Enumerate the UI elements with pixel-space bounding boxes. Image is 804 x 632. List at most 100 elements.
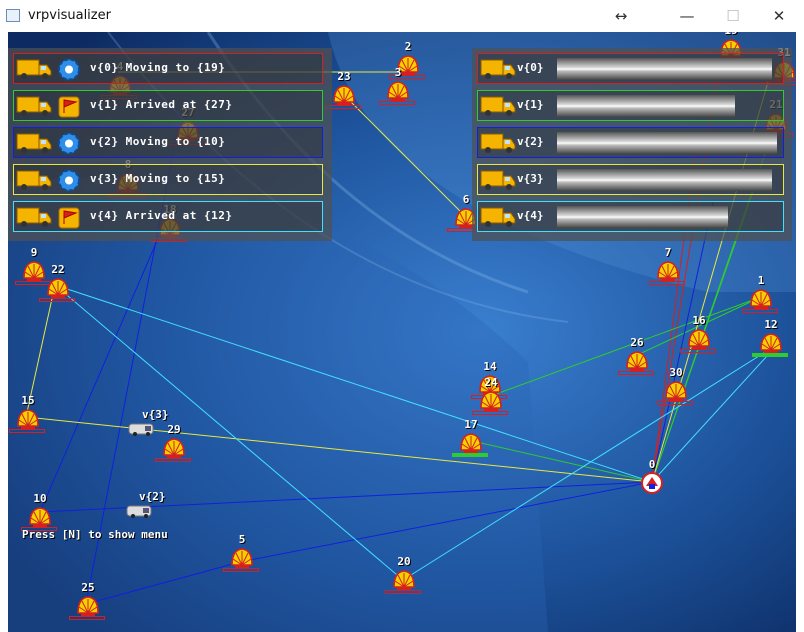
vehicle-v2-label: v{2}	[139, 490, 166, 503]
close-button[interactable]: ✕	[769, 6, 789, 26]
customer-id-label: 24	[484, 376, 498, 389]
vehicle-progress-row[interactable]: v{2}	[477, 127, 784, 158]
vehicle-progress-row[interactable]: v{4}	[477, 201, 784, 232]
vehicle-progress-label: v{3}	[517, 172, 544, 185]
shell-icon	[77, 596, 99, 616]
vehicle-progress-row[interactable]: v{0}	[477, 53, 784, 84]
shell-icon	[657, 261, 679, 281]
node-base	[649, 281, 685, 285]
node-base	[9, 429, 45, 433]
gear-icon	[58, 58, 80, 81]
map-canvas[interactable]: 2342381869221529102552014247116263021311…	[8, 32, 796, 632]
shell-icon	[47, 278, 69, 298]
shell-icon	[760, 333, 782, 353]
customer-id-label: 19	[711, 32, 751, 37]
maximize-button[interactable]: ☐	[723, 6, 743, 26]
vehicle-progress-label: v{4}	[517, 209, 544, 222]
truck-icon	[480, 133, 516, 153]
progress-bar	[557, 58, 772, 80]
shell-icon	[333, 85, 355, 105]
customer-id-label: 22	[51, 263, 65, 276]
shell-icon	[460, 433, 482, 453]
progress-bar	[557, 169, 772, 191]
customer-id-label: 3	[394, 66, 402, 79]
window-title: vrpvisualizer	[28, 8, 111, 23]
vehicle-v3-label: v{3}	[142, 408, 169, 421]
vehicle-progress-row[interactable]: v{3}	[477, 164, 784, 195]
vehicle-progress-label: v{2}	[517, 135, 544, 148]
customer-id-label: 2	[404, 40, 412, 53]
customer-id-label: 25	[81, 581, 95, 594]
vehicle-status-row[interactable]: v{1} Arrived at {27}	[13, 90, 323, 121]
gear-icon	[58, 169, 80, 192]
progress-bar	[557, 95, 735, 117]
shell-icon	[626, 351, 648, 371]
customer-id-label: 9	[30, 246, 38, 259]
node-base	[472, 411, 508, 415]
truck-icon	[16, 59, 52, 79]
customer-id-label: 12	[764, 318, 778, 331]
truck-icon	[480, 59, 516, 79]
node-base	[618, 371, 654, 375]
vehicle-status-text: v{2} Moving to {10}	[90, 135, 226, 148]
customer-id-label: 5	[238, 533, 246, 546]
gear-icon	[58, 132, 80, 155]
flag-icon	[58, 96, 80, 118]
customer-id-label: 30	[669, 366, 683, 379]
truck-icon	[480, 207, 516, 227]
shell-icon	[393, 570, 415, 590]
vehicle-status-panel: v{0} Moving to {19} v{1} Arrived at {27} v…	[8, 48, 332, 241]
vehicle-progress-label: v{1}	[517, 98, 544, 111]
truck-icon	[16, 133, 52, 153]
truck-icon	[16, 170, 52, 190]
vehicle-status-row[interactable]: v{4} Arrived at {12}	[13, 201, 323, 232]
customer-id-label: 29	[167, 423, 181, 436]
vehicle-status-row[interactable]: v{0} Moving to {19}	[13, 53, 323, 84]
customer-id-label: 7	[664, 246, 672, 259]
vehicle-v3-icon[interactable]	[128, 422, 156, 436]
node-base	[69, 616, 105, 620]
node-base	[452, 453, 488, 457]
vehicle-progress-panel: v{0} v{1} v{2} v{3} v{4}	[472, 48, 792, 241]
node-base	[752, 353, 788, 357]
customer-id-label: 20	[397, 555, 411, 568]
resize-icon[interactable]: ↔	[611, 6, 631, 26]
node-base	[657, 401, 693, 405]
truck-icon	[16, 96, 52, 116]
customer-id-label: 16	[692, 314, 706, 327]
vehicle-status-row[interactable]: v{2} Moving to {10}	[13, 127, 323, 158]
node-base	[379, 101, 415, 105]
shell-icon	[665, 381, 687, 401]
customer-id-label: 14	[483, 360, 497, 373]
vehicle-status-text: v{3} Moving to {15}	[90, 172, 226, 185]
shell-icon	[688, 329, 710, 349]
shell-icon	[750, 289, 772, 309]
shell-icon	[387, 81, 409, 101]
depot-icon	[641, 472, 663, 494]
node-base	[742, 309, 778, 313]
customer-id-label: 17	[464, 418, 478, 431]
node-base	[39, 298, 75, 302]
node-base	[155, 458, 191, 462]
vehicle-v2-icon[interactable]	[126, 504, 154, 518]
customer-id-label: 26	[630, 336, 644, 349]
customer-id-label: 15	[21, 394, 35, 407]
vehicle-progress-label: v{0}	[517, 61, 544, 74]
vehicle-status-text: v{1} Arrived at {27}	[90, 98, 233, 111]
progress-bar	[557, 206, 728, 228]
truck-icon	[16, 207, 52, 227]
vehicle-progress-row[interactable]: v{1}	[477, 90, 784, 121]
title-bar: vrpvisualizer ↔ — ☐ ✕	[0, 0, 804, 32]
flag-icon	[58, 207, 80, 229]
node-base	[680, 349, 716, 353]
vehicle-status-text: v{4} Arrived at {12}	[90, 209, 233, 222]
shell-icon	[480, 391, 502, 411]
shell-icon	[29, 507, 51, 527]
truck-icon	[480, 170, 516, 190]
vehicle-status-row[interactable]: v{3} Moving to {15}	[13, 164, 323, 195]
shell-icon	[17, 409, 39, 429]
menu-hint: Press [N] to show menu	[22, 528, 168, 541]
shell-icon	[163, 438, 185, 458]
minimize-button[interactable]: —	[677, 6, 697, 26]
node-base	[223, 568, 259, 572]
